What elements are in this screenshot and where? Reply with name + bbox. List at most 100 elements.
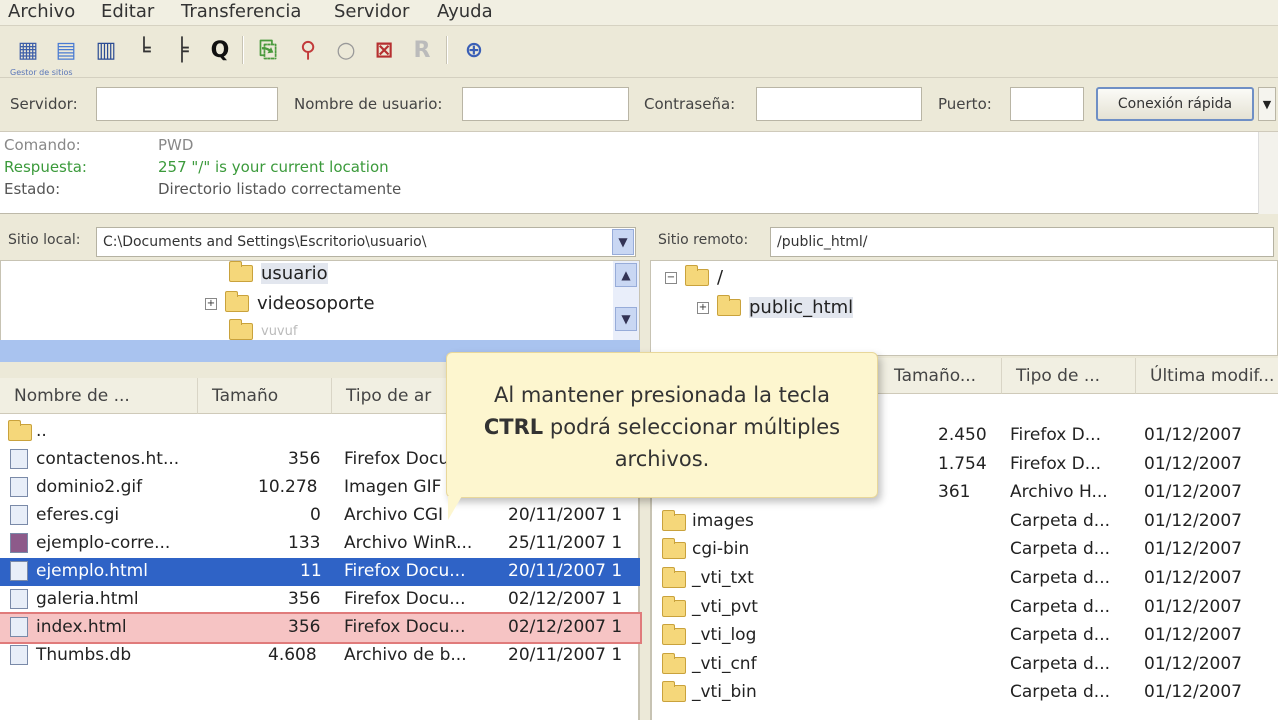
file-type: Firefox Docu... [344,589,466,609]
file-type: Firefox D... [1010,453,1101,474]
file-type: Carpeta d... [1010,539,1111,560]
file-date: 01/12/2007 [1144,625,1242,646]
reconnect-icon[interactable]: R [406,34,438,66]
log-key: Estado: [4,180,61,198]
tree-item-label: usuario [261,263,328,284]
file-name: contactenos.ht... [36,449,180,469]
file-date: 01/12/2007 [1144,568,1242,588]
local-path-dropdown-icon[interactable]: ▼ [612,229,634,255]
log-scrollbar[interactable] [1258,132,1278,214]
file-size: 2.450 [938,425,987,445]
file-row[interactable]: Thumbs.db 4.608 Archivo de b... 20/11/20… [0,642,640,670]
file-type: Carpeta d... [1010,653,1111,674]
file-size: 361 [938,482,971,503]
expand-icon[interactable]: + [697,301,709,314]
file-type: Firefox Docu [344,449,450,469]
tree-item-root[interactable]: − / [665,265,723,288]
file-size: 356 [288,449,321,469]
remote-file-row[interactable]: cgi-bin Carpeta d... 01/12/2007 [652,536,1278,564]
log-key: Comando: [4,136,81,154]
file-date: 01/12/2007 [1144,653,1242,674]
local-tree: usuario + videosoporte vuvuf ▲ ▼ [0,260,640,344]
site-manager-icon[interactable]: ▦ [12,34,44,66]
remote-path-input[interactable]: /public_html/ [770,227,1274,257]
log-value: PWD [158,136,194,154]
process-icon[interactable]: ⚲ [292,34,324,66]
menu-editar[interactable]: Editar [101,0,154,24]
file-row-highlighted[interactable]: index.html 356 Firefox Docu... 02/12/200… [0,612,642,644]
tree-item-public-html[interactable]: + public_html [697,295,854,318]
file-name: _vti_cnf [692,653,757,674]
file-date: 25/11/2007 1 [508,533,623,553]
remote-file-row[interactable]: _vti_log Carpeta d... 01/12/2007 [652,622,1278,650]
file-type: Archivo de b... [344,645,467,665]
expand-icon[interactable]: + [205,297,217,310]
remote-tree-icon[interactable]: ╞ [166,34,198,66]
remote-file-row[interactable]: _vti_txt Carpeta d... 01/12/2007 [652,565,1278,593]
menu-servidor[interactable]: Servidor [334,0,409,24]
tree-item-videosoporte[interactable]: + videosoporte [205,291,375,314]
local-tree-scrollbar[interactable]: ▲ ▼ [613,261,639,343]
tree-item-vuvuf[interactable]: vuvuf [229,319,297,340]
quick-connect-button[interactable]: Conexión rápida [1096,87,1254,121]
tooltip-tail [448,496,462,520]
message-log-icon[interactable]: ▥ [90,34,122,66]
scroll-up-icon[interactable]: ▲ [615,263,637,287]
quick-connect-dropdown-icon[interactable]: ▼ [1258,87,1276,121]
log-icon[interactable]: ▤ [50,34,82,66]
compare-icon[interactable]: ⊕ [458,34,490,66]
file-row[interactable]: ejemplo-corre... 133 Archivo WinR... 25/… [0,530,640,558]
folder-icon [662,567,686,588]
cancel-icon[interactable]: ○ [330,34,362,66]
tree-icon[interactable]: ╘ [128,34,160,66]
col-header-size[interactable]: Tamaño... [880,358,1002,394]
menu-bar: Archivo Editar Transferencia Servidor Ay… [0,0,1278,26]
col-header-type[interactable]: Tipo de ... [1002,358,1136,394]
folder-icon [662,509,686,531]
file-date: 01/12/2007 [1144,510,1242,531]
refresh-icon[interactable]: ⎘ [252,34,284,66]
remote-file-row[interactable]: _vti_cnf Carpeta d... 01/12/2007 [652,651,1278,679]
collapse-icon[interactable]: − [665,271,677,284]
file-size: 4.608 [268,645,317,665]
host-input[interactable] [96,87,278,121]
remote-file-row[interactable]: images Carpeta d... 01/12/2007 [652,508,1278,536]
file-name: _vti_bin [692,682,757,703]
file-name: index.html [36,617,127,637]
file-name: eferes.cgi [36,505,120,525]
remote-file-row[interactable]: _vti_pvt Carpeta d... 01/12/2007 [652,594,1278,622]
tree-item-usuario[interactable]: usuario [229,261,328,284]
file-row[interactable]: eferes.cgi 0 Archivo CGI 20/11/2007 1 [0,502,640,530]
remote-file-row[interactable]: _vti_bin Carpeta d... 01/12/2007 [652,679,1278,707]
scroll-down-icon[interactable]: ▼ [615,307,637,331]
file-date: 01/12/2007 [1144,482,1242,503]
menu-archivo[interactable]: Archivo [8,0,75,24]
col-header-size[interactable]: Tamaño [198,378,332,414]
cgi-file-icon [10,505,28,525]
disconnect-icon[interactable]: ⊠ [368,34,400,66]
toolbar-separator [242,36,244,64]
file-row-selected[interactable]: ejemplo.html 11 Firefox Docu... 20/11/20… [0,558,640,586]
queue-icon[interactable]: Q [204,34,236,66]
password-input[interactable] [756,87,922,121]
file-row[interactable]: galeria.html 356 Firefox Docu... 02/12/2… [0,586,640,614]
file-name: dominio2.gif [36,477,143,497]
image-file-icon [10,477,28,497]
col-header-name[interactable]: Nombre de ... [0,378,198,414]
html-file-icon [10,589,28,609]
menu-ayuda[interactable]: Ayuda [437,0,493,24]
local-path-input[interactable]: C:\Documents and Settings\Escritorio\usu… [96,227,636,257]
file-name: ejemplo-corre... [36,533,171,553]
user-input[interactable] [462,87,629,121]
file-date: 01/12/2007 [1144,596,1242,617]
ctrl-tooltip: Al mantener presionada la tecla CTRL pod… [446,352,878,498]
db-file-icon [10,645,28,665]
menu-transferencia[interactable]: Transferencia [181,0,301,24]
file-size: 0 [310,505,321,525]
file-type: Carpeta d... [1010,682,1111,703]
tooltip-pre: Al mantener presionada la tecla [493,383,831,407]
file-date: 01/12/2007 [1144,539,1242,560]
col-header-modified[interactable]: Última modif... [1136,358,1278,394]
port-input[interactable] [1010,87,1084,121]
file-type: Imagen GIF [344,477,442,497]
